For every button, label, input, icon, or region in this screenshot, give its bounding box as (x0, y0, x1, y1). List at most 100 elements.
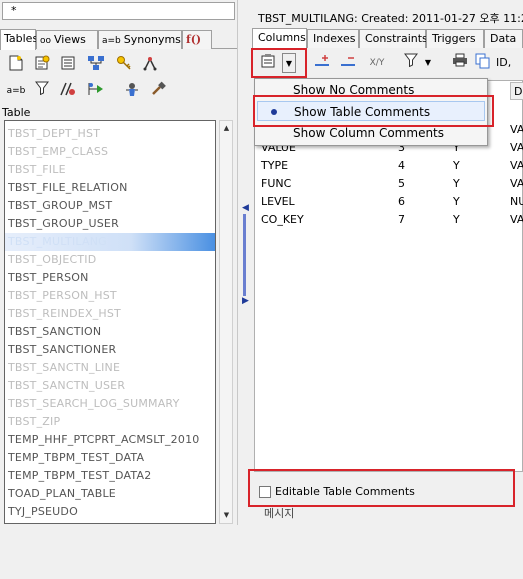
xy-icon[interactable]: X/Y (366, 53, 388, 73)
table-list-header: Table (2, 106, 31, 119)
export-icon[interactable] (86, 81, 106, 101)
drop-column-icon[interactable] (338, 53, 358, 73)
alias-icon[interactable]: a=b (6, 81, 26, 101)
comments-icon[interactable] (258, 53, 278, 73)
edit-icon[interactable] (32, 55, 52, 75)
menu-item-show-column-comments[interactable]: Show Column Comments (257, 123, 485, 143)
tab-constraints[interactable]: Constraints (359, 29, 428, 48)
cell-nullable: Y (453, 159, 460, 172)
tools-icon[interactable] (148, 81, 168, 101)
cell-type: VA (510, 159, 523, 172)
filter-icon[interactable] (402, 53, 420, 73)
cell-id: 7 (398, 213, 405, 226)
left-toolbar: a=b (0, 50, 237, 106)
list-item[interactable]: TBST_PERSON (8, 269, 89, 287)
messages-label: 메시지 (264, 507, 295, 520)
filter-input[interactable]: * (2, 2, 235, 20)
list-item[interactable]: TEMP_TBPM_TEST_DATA2 (8, 467, 151, 485)
filter-icon[interactable] (32, 81, 52, 101)
new-table-icon[interactable] (6, 55, 26, 75)
list-item[interactable]: TBST_FILE_RELATION (8, 179, 128, 197)
tab-indexes[interactable]: Indexes (307, 29, 359, 48)
scroll-down-icon[interactable]: ▼ (221, 509, 232, 521)
list-item[interactable]: TBST_OBJECTID (8, 251, 96, 269)
properties-icon[interactable] (58, 55, 78, 75)
list-item[interactable]: TYJ_PSEUDO (8, 503, 78, 521)
cell-id: 4 (398, 159, 405, 172)
tab-data[interactable]: Data (484, 29, 523, 48)
cell-id: 6 (398, 195, 405, 208)
filter-dropdown-icon[interactable]: ▼ (422, 53, 434, 73)
cell-name: FUNC (261, 177, 292, 190)
right-pane: TBST_MULTILANG: Created: 2011-01-27 오후 1… (252, 0, 523, 525)
list-item[interactable]: TBST_SANCTN_LINE (8, 359, 120, 377)
column-header-data-type[interactable]: Da (510, 82, 523, 100)
menu-item-show-table-comments[interactable]: Show Table Comments (257, 101, 485, 121)
cell-type: VA (510, 141, 523, 154)
cell-type: VA (510, 123, 523, 136)
object-title: TBST_MULTILANG: Created: 2011-01-27 오후 1… (258, 12, 523, 25)
cell-name: LEVEL (261, 195, 295, 208)
menu-item-label: Show No Comments (293, 83, 415, 97)
synonym-icon: a=b (102, 36, 121, 46)
list-item[interactable]: TBST_GROUP_USER (8, 215, 119, 233)
cell-type: VA (510, 213, 523, 226)
list-item[interactable]: TBST_PERSON_HST (8, 287, 117, 305)
scroll-up-icon[interactable]: ▲ (221, 122, 232, 134)
list-item[interactable]: TBST_DEPT_HST (8, 125, 100, 143)
table-list[interactable]: TBST_DEPT_HST TBST_EMP_CLASS TBST_FILE T… (4, 120, 216, 524)
cell-type: VA (510, 177, 523, 190)
collapse-right-icon[interactable]: ▶ (242, 296, 249, 306)
list-item[interactable]: TBST_GROUP_MST (8, 197, 112, 215)
dependency-icon[interactable] (140, 55, 160, 75)
add-column-icon[interactable] (312, 53, 332, 73)
compare-icon[interactable] (58, 81, 78, 101)
right-toolbar: ▼ X/Y ▼ ID, (252, 49, 523, 78)
copy-icon[interactable] (474, 53, 492, 73)
list-item[interactable]: TBST_SEARCH_LOG_SUMMARY (8, 395, 180, 413)
list-item[interactable]: TBST_ZIP (8, 413, 60, 431)
list-item[interactable]: TBST_SANCTN_USER (8, 377, 125, 395)
menu-item-label: Show Column Comments (293, 126, 445, 140)
table-list-scrollbar[interactable]: ▲ ▼ (219, 120, 233, 524)
tab-functions[interactable]: f() (182, 30, 212, 49)
pane-splitter[interactable]: ◀ ▶ (237, 0, 251, 525)
list-item[interactable]: TEMP_HHF_PTCPRT_ACMSLT_2010 (8, 431, 199, 449)
function-icon: f() (186, 33, 202, 46)
list-item[interactable]: TBST_SANCTION (8, 323, 101, 341)
cell-name: CO_KEY (261, 213, 304, 226)
menu-item-label: Show Table Comments (294, 105, 431, 119)
tab-synonyms[interactable]: a=b Synonyms (98, 30, 182, 49)
list-item-selected[interactable]: TBST_MULTILANG (5, 233, 215, 251)
collapse-left-icon[interactable]: ◀ (242, 203, 249, 213)
list-item[interactable]: TEMP_TBPM_TEST_DATA (8, 449, 144, 467)
splitter-handle[interactable] (243, 214, 246, 296)
menu-item-show-no-comments[interactable]: Show No Comments (257, 80, 485, 100)
id-label: ID, (496, 56, 512, 69)
cell-name: TYPE (261, 159, 289, 172)
list-item[interactable]: TBST_REINDEX_HST (8, 305, 121, 323)
editable-comments-row: Editable Table Comments (254, 478, 523, 506)
list-item[interactable]: TBST_FILE (8, 161, 66, 179)
tab-triggers[interactable]: Triggers (426, 29, 484, 48)
print-icon[interactable] (450, 53, 470, 73)
list-item[interactable]: TBST_SANCTIONER (8, 341, 116, 359)
tab-tables-label: Tables (4, 32, 39, 45)
tree-icon[interactable] (86, 55, 106, 75)
list-item[interactable]: TOAD_PLAN_TABLE (8, 485, 116, 503)
left-pane: * Tables oo Views a=b Synonyms f() a=b T… (0, 0, 237, 525)
dropdown-arrow-icon[interactable]: ▼ (282, 53, 296, 73)
key-icon[interactable] (114, 55, 134, 75)
cell-nullable: Y (453, 195, 460, 208)
tab-columns[interactable]: Columns (252, 28, 307, 49)
tab-synonyms-label: Synonyms (123, 33, 181, 46)
debug-icon[interactable] (122, 81, 142, 101)
cell-nullable: Y (453, 213, 460, 226)
tab-views[interactable]: oo Views (36, 30, 98, 49)
tab-tables[interactable]: Tables (0, 29, 39, 50)
list-item[interactable]: TBST_EMP_CLASS (8, 143, 108, 161)
comments-dropdown-menu: Show No Comments Show Table Comments Sho… (254, 78, 488, 146)
filter-value: * (11, 4, 17, 17)
editable-comments-checkbox[interactable] (259, 486, 271, 498)
tab-views-label: Views (54, 33, 86, 46)
